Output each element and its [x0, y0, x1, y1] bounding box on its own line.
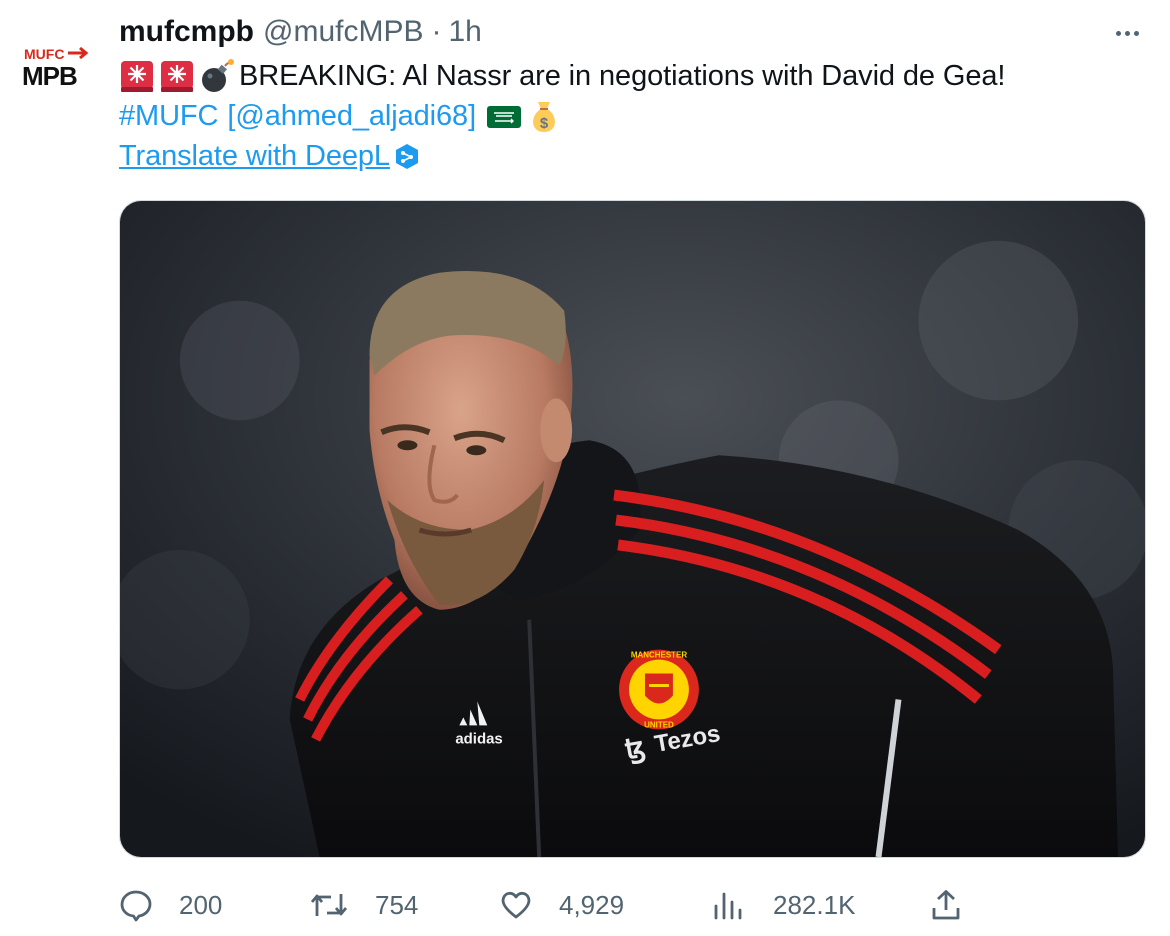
reply-button[interactable]: 200: [119, 880, 222, 930]
user-handle[interactable]: @mufcMPB: [263, 15, 423, 49]
tweet-photo[interactable]: adidas MANCHESTER UNITED ꜩ Tezos: [119, 200, 1146, 858]
tweet-headline: BREAKING: Al Nassr are in negotiations w…: [239, 60, 1006, 92]
svg-text:MUFC: MUFC: [24, 46, 64, 62]
tweet-text: BREAKING: Al Nassr are in negotiations w…: [119, 56, 1139, 176]
svg-text:MANCHESTER: MANCHESTER: [631, 651, 688, 660]
bomb-icon: [199, 58, 235, 94]
money-bag-icon: $: [526, 98, 562, 134]
saudi-flag-icon: [486, 98, 522, 134]
mention-link[interactable]: @ahmed_aljadi68: [235, 96, 468, 136]
tweet-actions: 200 754 4,929 282.1K: [119, 880, 1149, 930]
bracket-close: ]: [468, 100, 477, 132]
share-button[interactable]: [929, 880, 989, 930]
tweet-line-3: Translate with DeepL: [119, 136, 1139, 176]
retweet-count: 754: [375, 889, 419, 920]
svg-text:MPB: MPB: [22, 61, 77, 91]
mufcmpb-logo: MUFC MPB: [22, 46, 89, 91]
bracket-open: [: [227, 100, 236, 132]
share-icon: [929, 888, 963, 922]
avatar[interactable]: MUFC MPB: [14, 26, 98, 110]
rotating-light-icon: [119, 58, 155, 94]
reply-icon: [119, 888, 153, 922]
goalkeeper-photo: adidas MANCHESTER UNITED ꜩ Tezos: [120, 201, 1145, 857]
timestamp[interactable]: 1h: [448, 15, 481, 49]
tweet-line-1: BREAKING: Al Nassr are in negotiations w…: [119, 56, 1139, 96]
heart-icon: [499, 888, 533, 922]
rotating-light-icon: [159, 58, 195, 94]
views-icon: [711, 888, 745, 922]
view-count: 282.1K: [773, 889, 856, 920]
deepl-icon[interactable]: [394, 142, 420, 170]
separator-dot: ·: [431, 15, 442, 48]
more-options-icon[interactable]: [1110, 16, 1144, 50]
svg-text:$: $: [540, 115, 549, 132]
tweet-header: mufcmpb @mufcMPB · 1h: [119, 12, 482, 52]
club-crest: MANCHESTER UNITED: [619, 649, 699, 729]
retweet-button[interactable]: 754: [309, 880, 418, 930]
hashtag-link[interactable]: #MUFC: [119, 96, 218, 136]
like-button[interactable]: 4,929: [499, 880, 624, 930]
tweet-line-2: #MUFC [ @ahmed_aljadi68 ] $: [119, 96, 1139, 136]
translate-link[interactable]: Translate with DeepL: [119, 136, 390, 176]
svg-text:adidas: adidas: [455, 730, 502, 747]
reply-count: 200: [179, 889, 223, 920]
retweet-icon: [309, 888, 349, 922]
like-count: 4,929: [559, 889, 625, 920]
views-button[interactable]: 282.1K: [711, 880, 855, 930]
display-name[interactable]: mufcmpb: [119, 15, 254, 49]
tweet: MUFC MPB mufcmpb @mufcMPB · 1h BREAKING:…: [0, 0, 1170, 936]
